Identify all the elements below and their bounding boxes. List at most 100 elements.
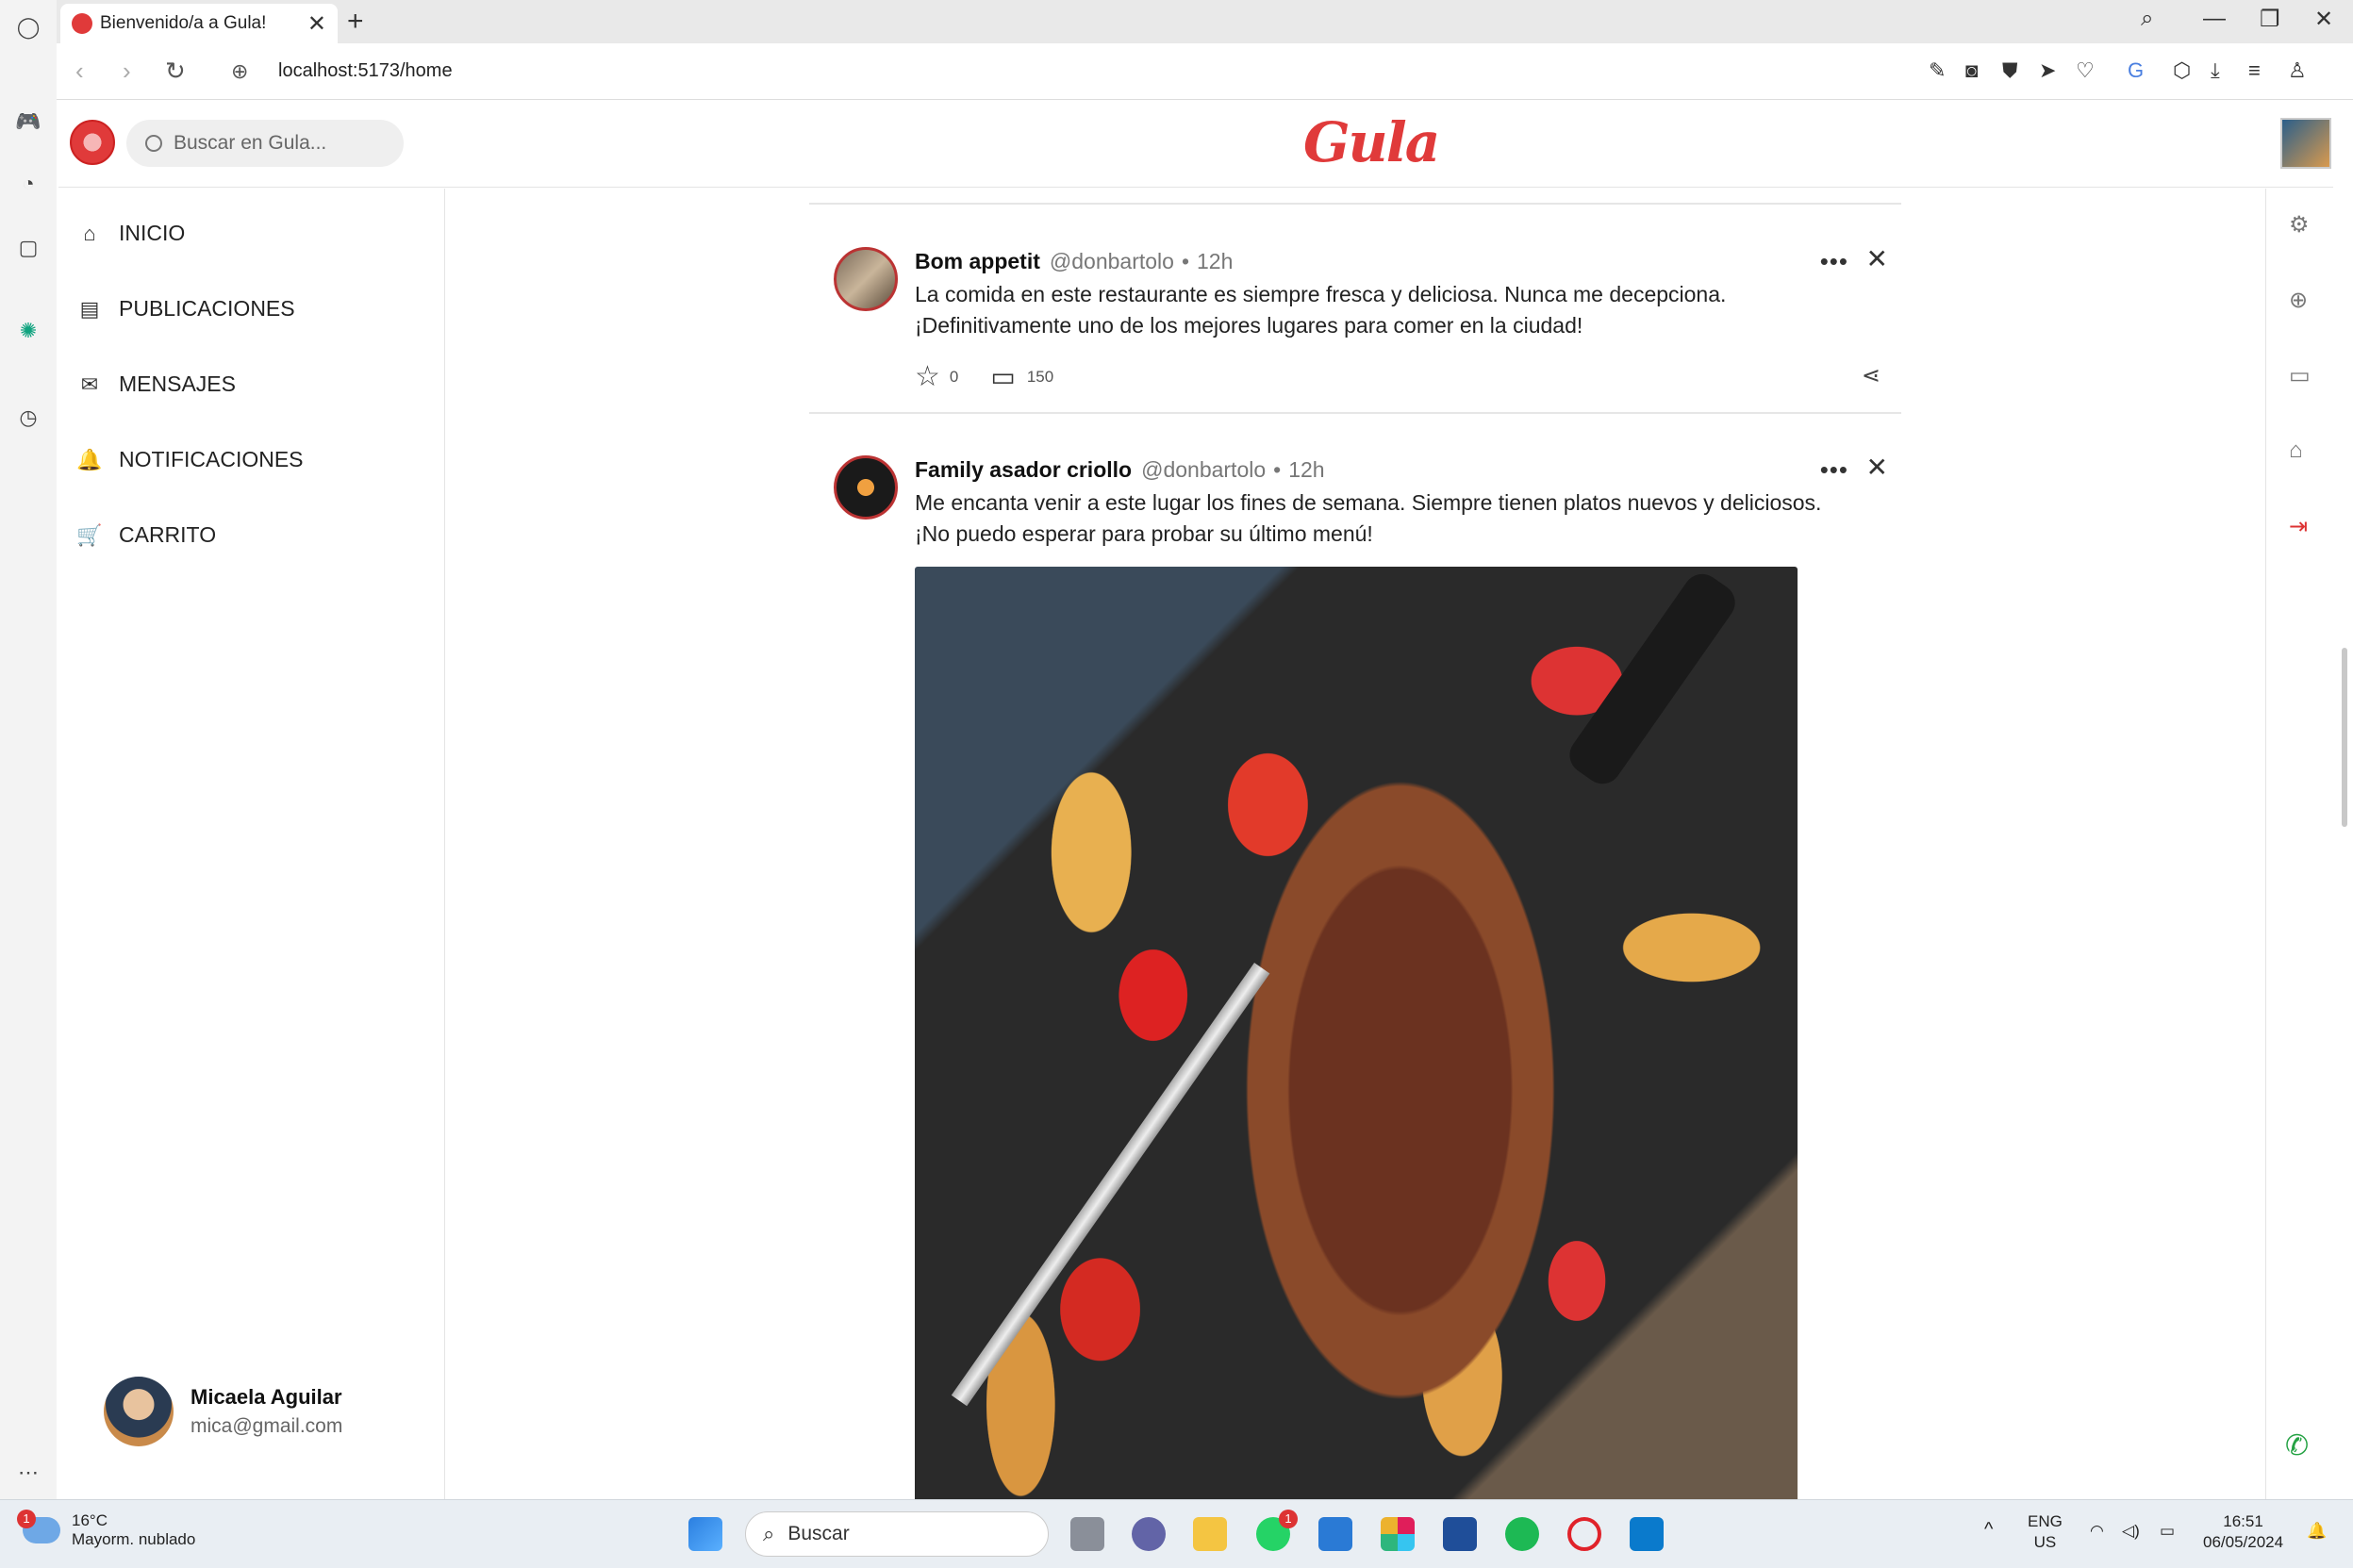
nav-item-notificaciones[interactable]: 🔔 NOTIFICACIONES	[76, 447, 304, 472]
reload-icon[interactable]: ↻	[165, 57, 186, 86]
nav-label: CARRITO	[119, 522, 217, 547]
history-icon[interactable]: ◷	[12, 402, 44, 434]
file-explorer-icon[interactable]	[1193, 1517, 1227, 1551]
scrollbar-thumb[interactable]	[2342, 648, 2347, 827]
globe-icon[interactable]: ⊕	[2289, 287, 2308, 314]
more-icon[interactable]: ⋯	[12, 1457, 44, 1489]
book-icon: ▤	[79, 296, 100, 321]
taskbar: 1 16°C Mayorm. nublado ⌕ Buscar 1 ^ ENG …	[0, 1499, 2353, 1568]
url-field[interactable]: localhost:5173/home	[278, 60, 453, 82]
whatsapp-badge: 1	[1279, 1510, 1298, 1528]
whatsapp-taskbar-icon[interactable]: 1	[1256, 1510, 1298, 1551]
teams-icon[interactable]	[1132, 1517, 1166, 1551]
separator-dot: •	[1273, 457, 1282, 482]
more-options-icon[interactable]: •••	[1820, 455, 1848, 485]
search-input[interactable]: Buscar en Gula...	[126, 120, 404, 167]
chatgpt-icon[interactable]: ✺	[12, 315, 44, 347]
volume-icon[interactable]: ◁)	[2122, 1521, 2140, 1542]
close-tab-icon[interactable]: ✕	[307, 10, 326, 38]
bag-icon[interactable]: ▢	[12, 232, 44, 264]
star-count: 0	[949, 367, 959, 386]
heart-icon[interactable]: ♡	[2076, 58, 2095, 83]
shield-icon[interactable]: ⛊	[2002, 58, 2018, 83]
star-icon[interactable]: ☆	[915, 360, 940, 393]
header-avatar[interactable]	[2280, 118, 2331, 169]
whatsapp-icon[interactable]: ✆	[2285, 1429, 2309, 1462]
battery-icon[interactable]: ▭	[2160, 1521, 2175, 1542]
logout-icon[interactable]: ⇥	[2289, 513, 2308, 540]
post-avatar[interactable]	[834, 455, 898, 520]
spotify-icon[interactable]	[1505, 1517, 1539, 1551]
post-author[interactable]: Bom appetit	[915, 249, 1040, 274]
post-handle[interactable]: @donbartolo	[1141, 457, 1266, 483]
post-avatar[interactable]	[834, 247, 898, 311]
nav-item-inicio[interactable]: ⌂ INICIO	[77, 221, 185, 246]
new-tab-icon[interactable]: +	[347, 6, 364, 38]
search-tabs-icon[interactable]: ⌕	[2141, 6, 2153, 32]
speed-dial-icon[interactable]: ◔	[12, 168, 44, 200]
task-view-icon[interactable]	[1070, 1517, 1104, 1551]
chevron-up-icon[interactable]: ^	[1984, 1519, 1993, 1540]
close-post-icon[interactable]: ✕	[1866, 243, 1888, 274]
nav-item-mensajes[interactable]: ✉ MENSAJES	[77, 371, 236, 397]
search-icon: ⌕	[763, 1522, 775, 1545]
restore-icon[interactable]: ❐	[2260, 6, 2280, 33]
opera-taskbar-icon[interactable]	[1567, 1517, 1601, 1551]
download-icon[interactable]: ⤓	[2211, 58, 2220, 83]
pizza-logo-icon[interactable]	[70, 120, 115, 165]
slack-icon[interactable]	[1381, 1517, 1415, 1551]
notification-bell-icon[interactable]: 🔔	[2307, 1521, 2327, 1542]
app-sidebar: ⌂ INICIO ▤ PUBLICACIONES ✉ MENSAJES 🔔 NO…	[58, 189, 445, 1499]
opera-logo-icon[interactable]: ◯	[12, 11, 44, 43]
camera-icon[interactable]: ◙	[1965, 58, 1978, 83]
translate-icon[interactable]: G	[2128, 58, 2144, 83]
minimize-icon[interactable]: —	[2203, 6, 2226, 32]
user-name: Micaela Aguilar	[191, 1385, 342, 1409]
vscode-icon[interactable]	[1630, 1517, 1664, 1551]
gear-icon[interactable]: ⚙	[2289, 211, 2310, 239]
more-options-icon[interactable]: •••	[1820, 247, 1848, 276]
taskbar-search-placeholder: Buscar	[787, 1523, 850, 1544]
send-icon[interactable]: ➤	[2039, 58, 2056, 83]
lang-bottom: US	[2033, 1533, 2057, 1551]
post-actions: ☆ 0 ▭ 150	[915, 360, 1053, 393]
lang-top: ENG	[2028, 1512, 2063, 1530]
mail-icon[interactable]	[1318, 1517, 1352, 1551]
wifi-icon[interactable]: ◠	[2090, 1521, 2104, 1542]
forward-icon[interactable]: ›	[123, 57, 131, 86]
settings-sliders-icon[interactable]: ≡	[2248, 58, 2261, 83]
language-indicator[interactable]: ENG US	[2028, 1511, 2063, 1553]
edit-icon[interactable]: ✎	[1929, 58, 1946, 83]
cloud-icon: 1	[17, 1510, 60, 1543]
comment-icon[interactable]: ▭	[990, 361, 1015, 392]
nav-item-carrito[interactable]: 🛒 CARRITO	[76, 522, 217, 548]
post-text-line: ¡Definitivamente uno de los mejores luga…	[915, 313, 1583, 338]
fork-handle	[1562, 567, 1743, 792]
share-icon[interactable]: ⋖	[1862, 362, 1881, 389]
scrollbar[interactable]	[2337, 101, 2353, 1499]
nav-label: NOTIFICACIONES	[119, 447, 304, 471]
bell-icon: 🔔	[76, 447, 103, 471]
nav-item-publicaciones[interactable]: ▤ PUBLICACIONES	[77, 296, 295, 322]
store-icon[interactable]: ⌂	[2289, 437, 2303, 464]
gamepad-icon[interactable]: 🎮	[12, 106, 44, 138]
profile-icon[interactable]: ♙	[2288, 58, 2307, 83]
user-profile[interactable]: Micaela Aguilar mica@gmail.com	[104, 1377, 342, 1446]
cube-icon[interactable]: ⬡	[2173, 58, 2191, 83]
close-window-icon[interactable]: ✕	[2314, 6, 2333, 33]
clock[interactable]: 16:51 06/05/2024	[2203, 1511, 2283, 1553]
fork	[951, 963, 1270, 1407]
back-icon[interactable]: ‹	[75, 57, 84, 86]
stocks-icon[interactable]	[1443, 1517, 1477, 1551]
post-handle[interactable]: @donbartolo	[1050, 249, 1174, 274]
post-image[interactable]	[915, 567, 1798, 1519]
close-post-icon[interactable]: ✕	[1866, 452, 1888, 483]
brand-logo[interactable]: Gula	[1303, 110, 1440, 174]
post-author[interactable]: Family asador criollo	[915, 457, 1132, 483]
taskbar-search[interactable]: ⌕ Buscar	[745, 1511, 1049, 1557]
windows-start-icon[interactable]	[688, 1517, 722, 1551]
divider	[809, 412, 1901, 414]
browser-tab[interactable]: Bienvenido/a a Gula! ✕	[60, 4, 338, 43]
card-icon[interactable]: ▭	[2289, 362, 2311, 389]
weather-widget[interactable]: 1 16°C Mayorm. nublado	[17, 1510, 195, 1549]
